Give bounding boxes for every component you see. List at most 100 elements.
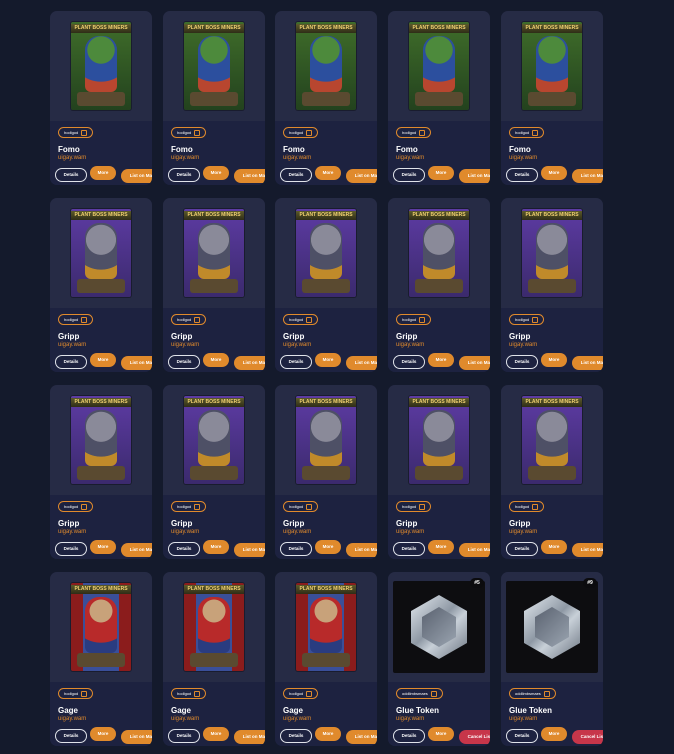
cancel-listing-button[interactable]: Cancel Listing bbox=[572, 730, 603, 744]
more-button[interactable]: More bbox=[203, 540, 229, 554]
more-button[interactable]: More bbox=[90, 166, 116, 180]
details-button[interactable]: Details bbox=[280, 542, 312, 556]
nft-card[interactable]: PLANT BOSS MINERS hodlgod Gripp uigay.wam De… bbox=[388, 385, 490, 559]
details-button[interactable]: Details bbox=[506, 168, 538, 182]
collection-tag[interactable]: hodlgod bbox=[396, 314, 432, 325]
details-button[interactable]: Details bbox=[55, 168, 87, 182]
details-button[interactable]: Details bbox=[280, 355, 312, 369]
collection-tag[interactable]: oddlimbsmaes bbox=[396, 688, 443, 699]
more-button[interactable]: More bbox=[428, 727, 454, 741]
details-button[interactable]: Details bbox=[168, 729, 200, 743]
more-button[interactable]: More bbox=[203, 727, 229, 741]
more-button[interactable]: More bbox=[428, 540, 454, 554]
more-button[interactable]: More bbox=[90, 353, 116, 367]
collection-tag[interactable]: hodlgod bbox=[509, 314, 545, 325]
details-button[interactable]: Details bbox=[168, 355, 200, 369]
list-on-market-button[interactable]: List on Market bbox=[572, 356, 603, 370]
list-on-market-button[interactable]: List on Market bbox=[346, 356, 377, 370]
card-owner[interactable]: uigay.wam bbox=[509, 342, 537, 348]
list-on-market-button[interactable]: List on Market bbox=[234, 543, 265, 557]
card-owner[interactable]: uigay.wam bbox=[58, 342, 86, 348]
card-owner[interactable]: uigay.wam bbox=[396, 155, 424, 161]
card-owner[interactable]: uigay.wam bbox=[171, 716, 199, 722]
nft-card[interactable]: PLANT BOSS MINERS hodlgod Gripp uigay.wam De… bbox=[388, 198, 490, 372]
list-on-market-button[interactable]: List on Market bbox=[459, 543, 490, 557]
list-on-market-button[interactable]: List on Market bbox=[572, 543, 603, 557]
card-owner[interactable]: uigay.wam bbox=[509, 529, 537, 535]
more-button[interactable]: More bbox=[541, 540, 567, 554]
nft-card[interactable]: PLANT BOSS MINERS hodlgod Gripp uigay.wam De… bbox=[163, 385, 265, 559]
list-on-market-button[interactable]: List on Market bbox=[346, 543, 377, 557]
collection-tag[interactable]: hodlgod bbox=[58, 314, 94, 325]
nft-card[interactable]: PLANT BOSS MINERS hodlgod Gripp uigay.wam De… bbox=[50, 385, 152, 559]
card-owner[interactable]: uigay.wam bbox=[396, 716, 424, 722]
nft-card[interactable]: PLANT BOSS MINERS hodlgod Gripp uigay.wam De… bbox=[275, 198, 377, 372]
list-on-market-button[interactable]: List on Market bbox=[234, 730, 265, 744]
nft-card[interactable]: PLANT BOSS MINERS hodlgod Fomo uigay.wam Det… bbox=[388, 11, 490, 185]
more-button[interactable]: More bbox=[315, 353, 341, 367]
more-button[interactable]: More bbox=[315, 166, 341, 180]
nft-card[interactable]: PLANT BOSS MINERS hodlgod Fomo uigay.wam Det… bbox=[501, 11, 603, 185]
list-on-market-button[interactable]: List on Market bbox=[572, 169, 603, 183]
details-button[interactable]: Details bbox=[55, 729, 87, 743]
nft-card[interactable]: PLANT BOSS MINERS hodlgod Gripp uigay.wam De… bbox=[163, 198, 265, 372]
collection-tag[interactable]: hodlgod bbox=[283, 501, 319, 512]
nft-card[interactable]: PLANT BOSS MINERS hodlgod Fomo uigay.wam Det… bbox=[163, 11, 265, 185]
details-button[interactable]: Details bbox=[280, 168, 312, 182]
collection-tag[interactable]: oddlimbsmaes bbox=[509, 688, 556, 699]
details-button[interactable]: Details bbox=[168, 168, 200, 182]
card-owner[interactable]: uigay.wam bbox=[58, 529, 86, 535]
more-button[interactable]: More bbox=[315, 727, 341, 741]
nft-card[interactable]: PLANT BOSS MINERS hodlgod Fomo uigay.wam Det… bbox=[50, 11, 152, 185]
collection-tag[interactable]: hodlgod bbox=[58, 688, 94, 699]
card-owner[interactable]: uigay.wam bbox=[509, 155, 537, 161]
collection-tag[interactable]: hodlgod bbox=[396, 501, 432, 512]
collection-tag[interactable]: hodlgod bbox=[171, 314, 207, 325]
more-button[interactable]: More bbox=[541, 353, 567, 367]
more-button[interactable]: More bbox=[428, 166, 454, 180]
list-on-market-button[interactable]: List on Market bbox=[346, 730, 377, 744]
nft-card[interactable]: #5 oddlimbsmaes Glue Token uigay.wam Details… bbox=[388, 572, 490, 746]
more-button[interactable]: More bbox=[428, 353, 454, 367]
details-button[interactable]: Details bbox=[55, 355, 87, 369]
details-button[interactable]: Details bbox=[506, 729, 538, 743]
nft-card[interactable]: PLANT BOSS MINERS hodlgod Gage uigay.wam Det… bbox=[275, 572, 377, 746]
nft-card[interactable]: PLANT BOSS MINERS hodlgod Gripp uigay.wam De… bbox=[501, 198, 603, 372]
collection-tag[interactable]: hodlgod bbox=[171, 688, 207, 699]
cancel-listing-button[interactable]: Cancel Listing bbox=[459, 730, 490, 744]
collection-tag[interactable]: hodlgod bbox=[509, 127, 545, 138]
card-owner[interactable]: uigay.wam bbox=[171, 155, 199, 161]
details-button[interactable]: Details bbox=[506, 542, 538, 556]
card-owner[interactable]: uigay.wam bbox=[396, 529, 424, 535]
card-owner[interactable]: uigay.wam bbox=[58, 155, 86, 161]
collection-tag[interactable]: hodlgod bbox=[58, 127, 94, 138]
collection-tag[interactable]: hodlgod bbox=[509, 501, 545, 512]
more-button[interactable]: More bbox=[90, 727, 116, 741]
card-owner[interactable]: uigay.wam bbox=[58, 716, 86, 722]
collection-tag[interactable]: hodlgod bbox=[283, 127, 319, 138]
list-on-market-button[interactable]: List on Market bbox=[234, 356, 265, 370]
details-button[interactable]: Details bbox=[280, 729, 312, 743]
card-owner[interactable]: uigay.wam bbox=[283, 716, 311, 722]
details-button[interactable]: Details bbox=[393, 729, 425, 743]
card-owner[interactable]: uigay.wam bbox=[283, 155, 311, 161]
card-owner[interactable]: uigay.wam bbox=[171, 529, 199, 535]
details-button[interactable]: Details bbox=[393, 355, 425, 369]
details-button[interactable]: Details bbox=[55, 542, 87, 556]
list-on-market-button[interactable]: List on Market bbox=[121, 356, 152, 370]
more-button[interactable]: More bbox=[203, 353, 229, 367]
nft-card[interactable]: PLANT BOSS MINERS hodlgod Gripp uigay.wam De… bbox=[50, 198, 152, 372]
collection-tag[interactable]: hodlgod bbox=[283, 688, 319, 699]
list-on-market-button[interactable]: List on Market bbox=[121, 169, 152, 183]
more-button[interactable]: More bbox=[315, 540, 341, 554]
card-owner[interactable]: uigay.wam bbox=[171, 342, 199, 348]
list-on-market-button[interactable]: List on Market bbox=[459, 356, 490, 370]
nft-card[interactable]: PLANT BOSS MINERS hodlgod Gage uigay.wam Det… bbox=[163, 572, 265, 746]
more-button[interactable]: More bbox=[541, 727, 567, 741]
more-button[interactable]: More bbox=[203, 166, 229, 180]
card-owner[interactable]: uigay.wam bbox=[283, 529, 311, 535]
collection-tag[interactable]: hodlgod bbox=[58, 501, 94, 512]
list-on-market-button[interactable]: List on Market bbox=[459, 169, 490, 183]
list-on-market-button[interactable]: List on Market bbox=[121, 543, 152, 557]
more-button[interactable]: More bbox=[541, 166, 567, 180]
